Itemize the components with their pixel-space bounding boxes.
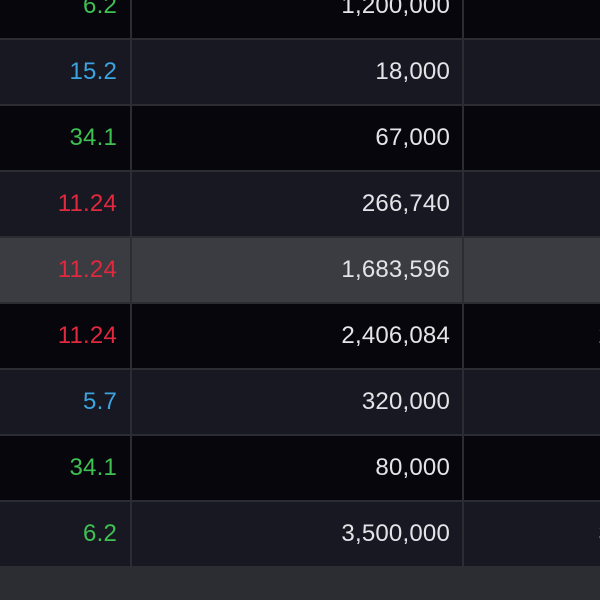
table-row[interactable]: 34.1 67,000: [0, 106, 600, 170]
table-row[interactable]: 5.7 320,000: [0, 370, 600, 434]
value-cell: 11.24: [0, 304, 130, 368]
third-column-cell: 1: [464, 238, 600, 302]
third-column-cell: [464, 0, 600, 38]
value-cell: 15.2: [0, 40, 130, 104]
table-row-highlighted[interactable]: 11.24 1,683,596 1: [0, 238, 600, 302]
third-column-cell: 3: [464, 502, 600, 566]
third-column-cell: [464, 370, 600, 434]
table-row[interactable]: 6.2 1,200,000: [0, 0, 600, 38]
value-cell: 34.1: [0, 436, 130, 500]
value-cell: 34.1: [0, 106, 130, 170]
quantity-cell: 67,000: [132, 106, 462, 170]
quantity-cell: 80,000: [132, 436, 462, 500]
table-row[interactable]: 34.1 80,000: [0, 436, 600, 500]
value-cell: 6.2: [0, 502, 130, 566]
table-row[interactable]: 11.24 2,406,084 2: [0, 304, 600, 368]
quantity-cell: 266,740: [132, 172, 462, 236]
third-column-cell: [464, 436, 600, 500]
quantity-cell: 18,000: [132, 40, 462, 104]
value-cell: 6.2: [0, 0, 130, 38]
third-column-cell: [464, 40, 600, 104]
value-cell: 5.7: [0, 370, 130, 434]
value-cell: 11.24: [0, 172, 130, 236]
quantity-cell: 3,500,000: [132, 502, 462, 566]
third-column-cell: 2: [464, 304, 600, 368]
quantity-cell: 320,000: [132, 370, 462, 434]
table-row[interactable]: 11.24 266,740: [0, 172, 600, 236]
table-row[interactable]: 6.2 3,500,000 3: [0, 502, 600, 566]
quantity-cell: 1,683,596: [132, 238, 462, 302]
table-row[interactable]: 15.2 18,000: [0, 40, 600, 104]
quantity-cell: 1,200,000: [132, 0, 462, 38]
value-cell: 11.24: [0, 238, 130, 302]
data-table: 6.2 1,200,000 15.2 18,000 34.1 67,000 11…: [0, 0, 600, 600]
third-column-cell: [464, 106, 600, 170]
third-column-cell: [464, 172, 600, 236]
quantity-cell: 2,406,084: [132, 304, 462, 368]
